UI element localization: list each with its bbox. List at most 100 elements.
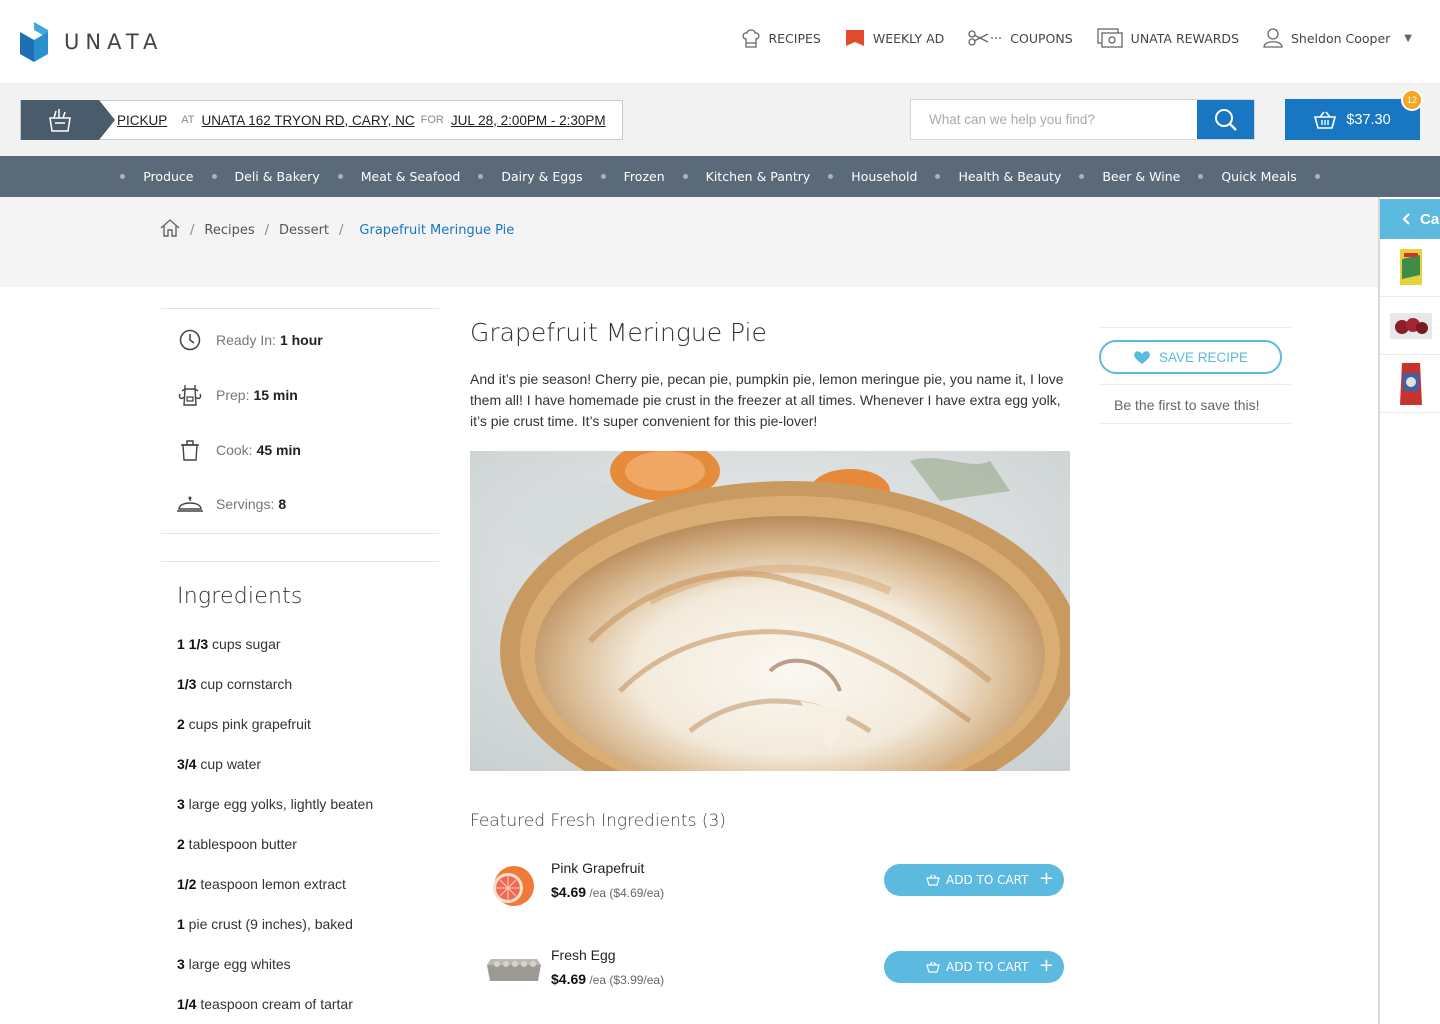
nav-rewards[interactable]: UNATA REWARDS: [1097, 28, 1239, 48]
breadcrumb-recipes[interactable]: Recipes: [204, 223, 254, 238]
cook-label: Cook:: [216, 442, 253, 458]
nav-separator-dot: [211, 174, 217, 179]
home-icon[interactable]: [160, 219, 180, 241]
fulfillment-bar: PICKUP AT UNATA 162 TRYON RD, CARY, NC F…: [0, 84, 1440, 156]
cart-item-thumb[interactable]: [1380, 239, 1440, 297]
grapefruit-image[interactable]: [484, 860, 544, 920]
ingredient-text: large egg yolks, lightly beaten: [184, 796, 374, 812]
search-button[interactable]: [1197, 100, 1254, 139]
user-menu[interactable]: Sheldon Cooper ▼: [1263, 28, 1412, 48]
user-name: Sheldon Cooper: [1291, 30, 1391, 46]
nav-separator-dot: [600, 174, 606, 179]
cloche-icon: [176, 494, 204, 514]
add-to-cart-button[interactable]: ADD TO CART +: [884, 951, 1064, 983]
chef-hat-icon: [742, 28, 760, 48]
prep-label: Prep:: [216, 387, 250, 403]
breadcrumb-dessert[interactable]: Dessert: [279, 223, 329, 238]
price-unit: /ea ($4.69/ea): [586, 886, 665, 900]
ingredient-item: 1/2 teaspoon lemon extract: [177, 876, 373, 916]
nav-separator-dot: [478, 174, 484, 179]
ingredient-item: 1 pie crust (9 inches), baked: [177, 916, 373, 956]
breadcrumb-current: Grapefruit Meringue Pie: [359, 222, 515, 238]
ingredient-qty: 1: [177, 916, 185, 932]
cart-drawer-toggle[interactable]: Ca: [1380, 199, 1440, 239]
add-to-cart-label: ADD TO CART: [946, 873, 1029, 887]
product-row: Pink Grapefruit $4.69 /ea ($4.69/ea) ADD…: [484, 860, 1069, 920]
nav-separator-dot: [1079, 174, 1085, 179]
top-header: UNATA RECIPES WEEKLY AD COUPONS UNATA RE…: [0, 0, 1440, 84]
ingredient-text: teaspoon lemon extract: [196, 876, 346, 892]
nav-separator-dot: [120, 174, 126, 179]
ingredient-qty: 3/4: [177, 756, 197, 772]
servings-value: 8: [278, 496, 287, 512]
basket-icon: [926, 874, 940, 886]
nav-weekly-ad[interactable]: WEEKLY AD: [845, 29, 944, 47]
save-recipe-label: SAVE RECIPE: [1158, 349, 1249, 365]
pickup-location-link[interactable]: UNATA 162 TRYON RD, CARY, NC: [202, 113, 415, 128]
nav-rewards-label: UNATA REWARDS: [1130, 30, 1239, 46]
recipe-title: Grapefruit Meringue Pie: [470, 318, 767, 347]
ingredient-item: 1/3 cup cornstarch: [177, 676, 373, 716]
cart-item-thumb[interactable]: [1380, 355, 1440, 413]
category-link[interactable]: Frozen: [624, 169, 665, 184]
ingredients-list: 1 1/3 cups sugar 1/3 cup cornstarch 2 cu…: [177, 636, 373, 1024]
pickup-mode-link[interactable]: PICKUP: [117, 113, 167, 128]
recipe-meta: Ready In: 1 hour Prep: 15 min Cook: 45 m…: [161, 308, 439, 534]
nav-weekly-ad-label: WEEKLY AD: [872, 30, 945, 46]
save-recipe-button[interactable]: SAVE RECIPE: [1099, 340, 1282, 374]
category-link[interactable]: Beer & Wine: [1102, 169, 1180, 184]
prep-row: Prep: 15 min: [176, 384, 298, 406]
clock-icon: [176, 329, 204, 351]
cart-drawer: Ca: [1378, 197, 1440, 1024]
basket-icon: [1314, 111, 1337, 129]
ingredient-text: cup water: [196, 756, 262, 772]
category-link[interactable]: Quick Meals: [1221, 169, 1296, 184]
product-price: $4.69 /ea ($3.99/ea): [551, 971, 664, 987]
ingredient-text: pie crust (9 inches), baked: [184, 916, 353, 932]
nav-separator-dot: [935, 174, 941, 179]
category-link[interactable]: Kitchen & Pantry: [706, 169, 811, 184]
price-unit: /ea ($3.99/ea): [586, 973, 665, 987]
grocery-bag-icon: [21, 99, 115, 140]
add-to-cart-button[interactable]: ADD TO CART +: [884, 864, 1064, 896]
basket-icon: [926, 961, 940, 973]
category-link[interactable]: Produce: [143, 169, 193, 184]
cook-row: Cook: 45 min: [176, 439, 301, 461]
nav-recipes[interactable]: RECIPES: [742, 28, 821, 48]
ingredient-qty: 3: [177, 956, 185, 972]
cart-count-badge: 12: [1401, 89, 1423, 111]
ingredient-qty: 1 1/3: [177, 636, 209, 652]
rewards-card-icon: [1097, 28, 1123, 48]
cart-item-thumb[interactable]: [1380, 297, 1440, 355]
ingredient-item: 1 1/3 cups sugar: [177, 636, 373, 676]
product-name[interactable]: Pink Grapefruit: [551, 860, 644, 876]
search-bar: [910, 99, 1255, 140]
unata-logo[interactable]: UNATA: [20, 22, 163, 62]
category-link[interactable]: Health & Beauty: [958, 169, 1061, 184]
breadcrumb: / Recipes / Dessert / Grapefruit Meringu…: [160, 219, 514, 241]
ingredient-qty: 1/2: [177, 876, 197, 892]
ingredient-qty: 1/3: [177, 676, 197, 692]
breadcrumb-separator: /: [190, 222, 195, 238]
category-link[interactable]: Household: [851, 169, 917, 184]
nav-coupons[interactable]: COUPONS: [968, 30, 1073, 46]
nav-separator-dot: [828, 174, 834, 179]
for-label: FOR: [420, 114, 444, 126]
category-link[interactable]: Dairy & Eggs: [501, 169, 582, 184]
cart-drawer-label: Ca: [1420, 210, 1440, 228]
cart-button[interactable]: $37.30 12: [1285, 89, 1423, 140]
category-link[interactable]: Meat & Seafood: [361, 169, 461, 184]
category-link[interactable]: Deli & Bakery: [235, 169, 320, 184]
cook-value: 45 min: [256, 442, 301, 458]
add-to-cart-label: ADD TO CART: [946, 960, 1029, 974]
product-name[interactable]: Fresh Egg: [551, 947, 616, 963]
pickup-time-link[interactable]: JUL 28, 2:00PM - 2:30PM: [451, 113, 606, 128]
ingredient-qty: 2: [177, 836, 185, 852]
search-input[interactable]: [911, 100, 1197, 139]
pickup-selector[interactable]: PICKUP AT UNATA 162 TRYON RD, CARY, NC F…: [20, 99, 623, 140]
egg-carton-image[interactable]: [484, 947, 544, 1007]
breadcrumb-separator: /: [264, 222, 270, 238]
ingredient-item: 1/4 teaspoon cream of tartar: [177, 996, 373, 1024]
price-value: $4.69: [551, 884, 587, 900]
save-count-note: Be the first to save this!: [1114, 397, 1260, 413]
